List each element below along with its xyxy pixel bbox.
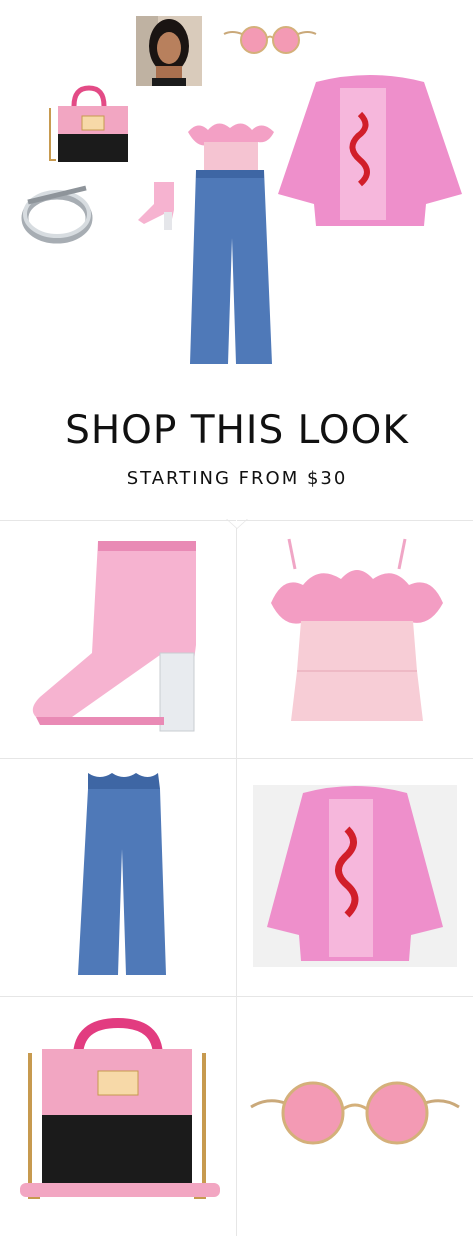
product-pink-dg-handbag[interactable] [0,996,236,1232]
pink-fur-coat [276,74,464,230]
clear-pink-boots [136,180,180,232]
pink-round-sunglasses [222,24,318,56]
outfit-collage [0,0,474,380]
product-wide-leg-jeans[interactable] [0,758,236,994]
shop-this-look-heading: SHOP THIS LOOK [65,408,409,453]
pink-handbag [44,84,134,166]
product-pink-fur-coat-snake[interactable] [237,758,473,994]
silver-nail-ring [14,178,100,254]
feather-top [184,112,278,176]
portrait-photo [136,16,202,86]
starting-price-subtitle: STARTING FROM $30 [126,468,348,489]
product-round-pink-sunglasses[interactable] [237,996,473,1232]
wide-leg-jeans [188,168,274,366]
product-pink-feather-top[interactable] [237,520,473,756]
product-clear-pink-boots[interactable] [0,520,236,756]
product-grid [0,519,474,1236]
